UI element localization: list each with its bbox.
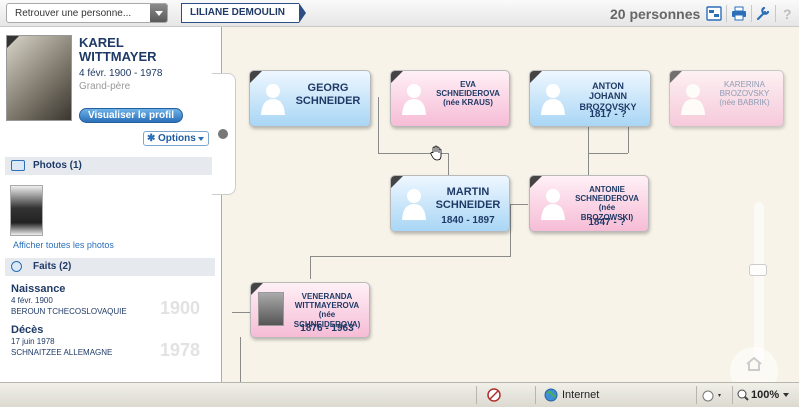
person-card[interactable]: VENERANDA WITTMAYEROVA (née SCHNEIDEROVA…	[250, 282, 370, 338]
connector-line	[448, 153, 449, 175]
wrench-icon[interactable]	[755, 6, 771, 21]
connector-line	[378, 97, 379, 153]
panel-collapse-tab[interactable]	[212, 73, 236, 195]
privacy-icon[interactable]	[487, 388, 501, 402]
home-icon[interactable]	[746, 357, 762, 371]
search-placeholder: Retrouver une personne...	[15, 8, 132, 19]
fact-place: BEROUN TCHECOSLOVAQUIE	[11, 307, 127, 316]
help-icon[interactable]: ?	[779, 6, 795, 21]
connector-line	[510, 204, 511, 256]
fact-date: 17 juin 1978	[11, 337, 55, 346]
person-photo	[258, 292, 284, 326]
connector-line	[588, 153, 628, 154]
connector-line	[232, 312, 250, 313]
person-years: 1840 - 1897	[441, 215, 495, 226]
toolbar-divider	[751, 5, 752, 22]
zoom-level[interactable]: 100%	[751, 389, 779, 401]
connector-line	[510, 204, 528, 205]
person-card[interactable]: GEORG SCHNEIDER	[249, 70, 371, 127]
status-divider	[732, 386, 733, 404]
dropdown-arrow-icon[interactable]	[150, 4, 167, 22]
status-divider	[696, 386, 697, 404]
person-years: 1817 - ?	[589, 109, 627, 120]
connector-line	[628, 124, 629, 153]
zoom-slider-handle[interactable]	[749, 264, 767, 276]
photos-icon	[11, 160, 25, 171]
connector-line	[310, 256, 311, 279]
options-label: Options	[158, 133, 196, 144]
person-name: EVA SCHNEIDEROVA (née KRAUS)	[436, 80, 500, 108]
person-card[interactable]: ANTONIE SCHNEIDEROVA (née BROZOWSKI) 184…	[529, 175, 649, 232]
person-card[interactable]: KARERINA BROZOVSKY (née BABRIK)	[669, 70, 784, 127]
chevron-down-icon	[198, 137, 204, 141]
connector-line	[588, 153, 589, 175]
person-card[interactable]: EVA SCHNEIDEROVA (née KRAUS)	[390, 70, 510, 127]
female-silhouette-icon	[681, 84, 705, 115]
person-years: 1847 - ?	[588, 217, 626, 228]
show-all-photos-link[interactable]: Afficher toutes les photos	[13, 240, 114, 250]
zoom-dropdown-arrow-icon[interactable]	[783, 393, 789, 397]
facts-header-label: Faits (2)	[33, 261, 72, 272]
person-card[interactable]: ANTON JOHANN BROZOVSKY 1817 - ?	[529, 70, 651, 127]
globe-icon	[544, 388, 558, 402]
person-search-dropdown[interactable]: Retrouver une personne...	[6, 3, 168, 23]
photo-thumbnail[interactable]	[10, 185, 43, 236]
person-dates: 4 févr. 1900 - 1978	[79, 68, 163, 79]
zoom-slider[interactable]	[754, 202, 764, 362]
portrait-corner-tag	[7, 36, 19, 48]
person-name-title: KAREL WITTMAYER	[79, 35, 157, 64]
fact-title: Décès	[11, 324, 44, 336]
top-toolbar: Retrouver une personne... LILIANE DEMOUL…	[0, 0, 799, 27]
person-name: MARTIN SCHNEIDER	[435, 186, 501, 211]
protected-mode-icon[interactable]	[702, 389, 724, 402]
person-count: 20 personnes	[610, 6, 701, 22]
connector-line	[588, 124, 589, 153]
photos-section-header[interactable]: Photos (1)	[5, 157, 215, 175]
zoom-icon[interactable]	[737, 389, 749, 401]
person-portrait	[6, 35, 72, 121]
fact-year: 1978	[160, 340, 201, 360]
tree-view-icon[interactable]	[706, 6, 722, 21]
male-silhouette-icon	[541, 84, 565, 115]
status-divider	[535, 386, 536, 404]
male-silhouette-icon	[402, 189, 426, 220]
person-detail-panel: KAREL WITTMAYER 4 févr. 1900 - 1978 Gran…	[0, 27, 222, 382]
facts-icon	[11, 261, 22, 272]
female-silhouette-icon	[541, 189, 565, 220]
person-relation: Grand-père	[79, 81, 131, 92]
fact-date: 4 févr. 1900	[11, 296, 53, 305]
options-dropdown-button[interactable]: ✱ Options	[143, 131, 209, 146]
print-icon[interactable]	[731, 6, 747, 21]
person-years: 1876 - 1963	[300, 323, 354, 334]
female-silhouette-icon	[402, 84, 426, 115]
security-zone-label: Internet	[562, 389, 600, 401]
connector-line	[310, 256, 511, 257]
fact-place: SCHNAITZEE ALLEMAGNE	[11, 348, 113, 357]
fact-year: 1900	[160, 298, 201, 318]
collapse-arrow-icon	[218, 129, 228, 139]
person-card[interactable]: MARTIN SCHNEIDER 1840 - 1897	[390, 175, 510, 232]
photos-header-label: Photos (1)	[33, 160, 82, 171]
toolbar-divider	[726, 5, 727, 22]
view-profile-button[interactable]: Visualiser le profil	[79, 108, 183, 123]
person-name: ANTON JOHANN BROZOVSKY	[579, 81, 637, 112]
browser-status-bar: Internet 100%	[0, 382, 799, 407]
status-divider	[476, 386, 477, 404]
fact-title: Naissance	[11, 283, 66, 295]
person-name: KARERINA BROZOVSKY (née BABRIK)	[719, 80, 770, 108]
svg-text:?: ?	[783, 6, 792, 21]
toolbar-divider	[775, 5, 776, 22]
person-name: GEORG SCHNEIDER	[295, 82, 361, 107]
facts-section-header[interactable]: Faits (2)	[5, 258, 215, 276]
male-silhouette-icon	[261, 84, 285, 115]
gear-icon: ✱	[147, 133, 156, 144]
connector-line	[240, 337, 241, 382]
breadcrumb-root-person[interactable]: LILIANE DEMOULIN	[181, 3, 306, 23]
hand-cursor-icon	[430, 145, 442, 161]
